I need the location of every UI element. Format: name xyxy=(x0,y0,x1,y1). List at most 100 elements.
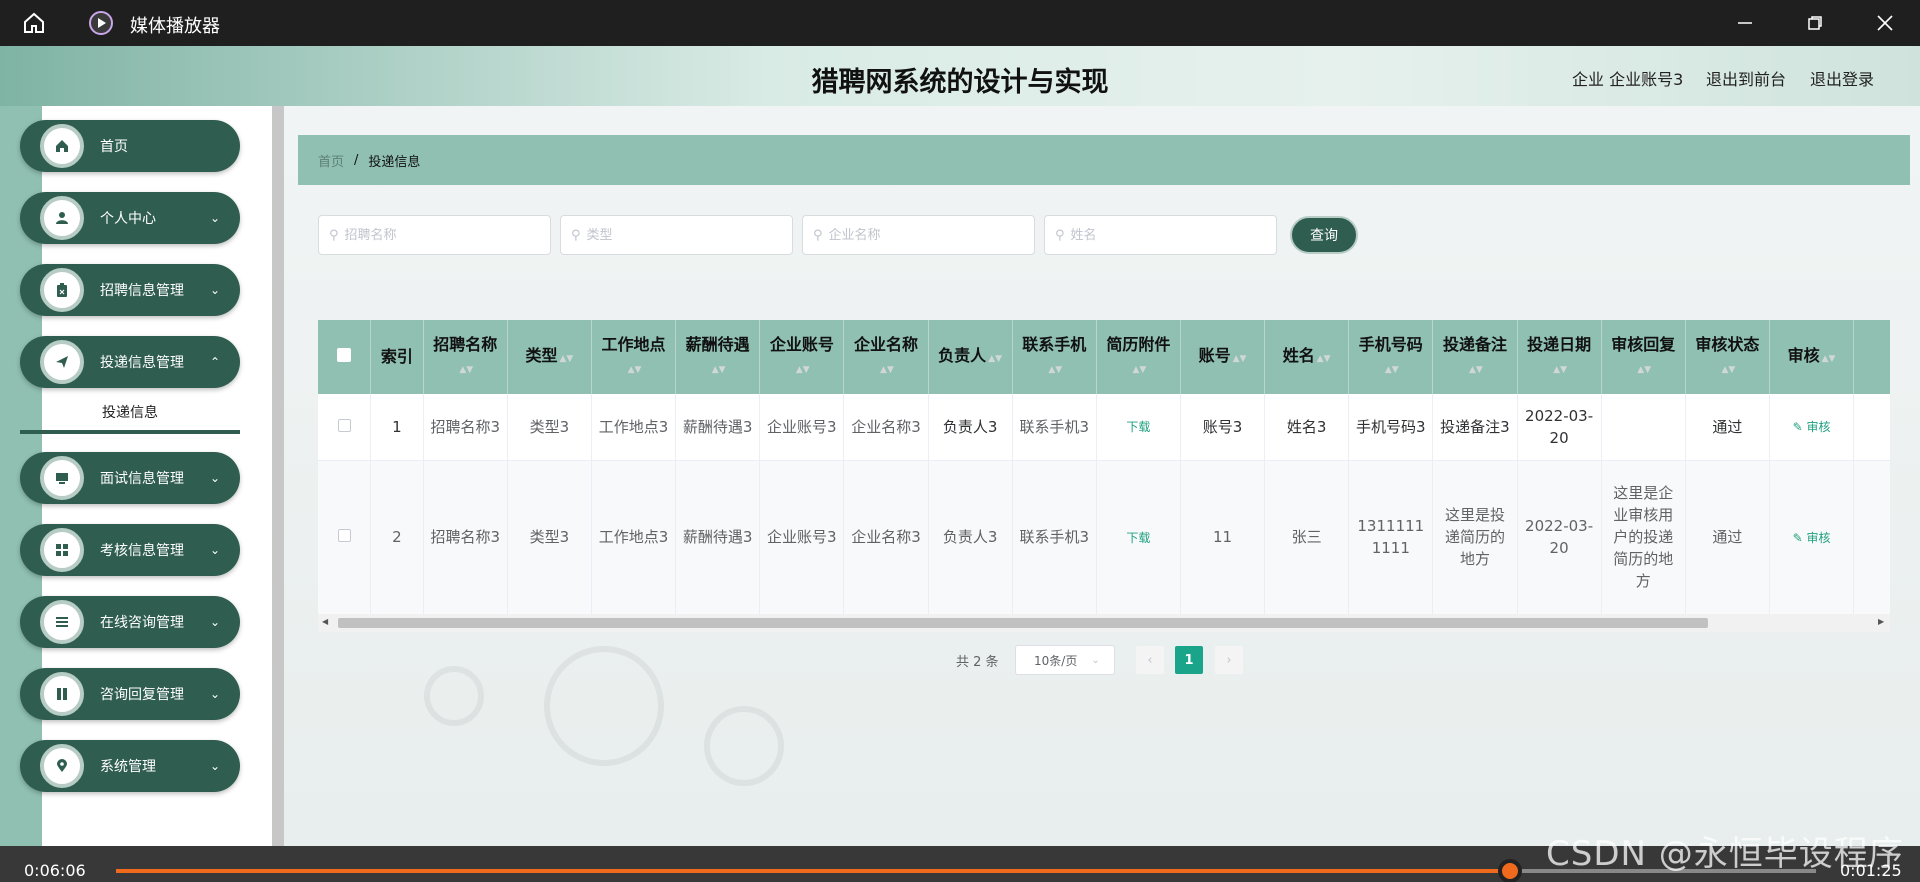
row-checkbox[interactable] xyxy=(318,460,372,615)
cell-type: 类型3 xyxy=(507,394,592,461)
sort-icon[interactable]: ▲▼ xyxy=(880,365,894,375)
sidebar-item-interview-management[interactable]: 面试信息管理 ⌄ xyxy=(20,452,240,504)
sort-icon[interactable]: ▲▼ xyxy=(1233,354,1247,364)
column-header[interactable]: 企业账号▲▼ xyxy=(759,320,845,394)
logout-link[interactable]: 退出登录 xyxy=(1810,66,1874,90)
sidebar-item-assessment-management[interactable]: 考核信息管理 ⌄ xyxy=(20,524,240,576)
sort-icon[interactable]: ▲▼ xyxy=(1385,365,1399,375)
cell-location: 工作地点3 xyxy=(591,460,677,615)
column-header[interactable]: 薪酬待遇▲▼ xyxy=(675,320,761,394)
column-header[interactable]: 账号 ▲▼ xyxy=(1180,320,1266,394)
name-input[interactable] xyxy=(1070,227,1261,243)
company-name-input[interactable] xyxy=(828,227,1019,243)
sort-icon[interactable]: ▲▼ xyxy=(1048,365,1062,375)
column-header[interactable]: 负责人 ▲▼ xyxy=(928,320,1013,394)
sidebar-item-label: 在线咨询管理 xyxy=(100,615,184,631)
sort-icon[interactable]: ▲▼ xyxy=(1637,365,1651,375)
sort-icon[interactable]: ▲▼ xyxy=(1317,354,1331,364)
list-icon xyxy=(40,600,84,644)
close-icon[interactable] xyxy=(1872,10,1898,36)
sidebar-item-system-management[interactable]: 系统管理 ⌄ xyxy=(20,740,240,792)
submenu-delivery-info[interactable]: 投递信息 xyxy=(20,394,240,434)
download-link[interactable]: 下载 xyxy=(1126,531,1150,545)
job-name-input[interactable] xyxy=(344,227,535,243)
sidebar-item-consult-management[interactable]: 在线咨询管理 ⌄ xyxy=(20,596,240,648)
table-horizontal-scrollbar[interactable]: ◀ ▶ xyxy=(318,614,1890,632)
cell-account: 账号3 xyxy=(1180,394,1266,461)
sort-icon[interactable]: ▲▼ xyxy=(1721,365,1735,375)
sort-icon[interactable]: ▲▼ xyxy=(1553,365,1567,375)
cell-salary: 薪酬待遇3 xyxy=(675,460,761,615)
person-icon xyxy=(40,196,84,240)
sort-icon[interactable]: ▲▼ xyxy=(459,365,473,375)
pagination: 共 2 条 10条/页 ⌄ ‹ 1 › xyxy=(0,645,1920,675)
column-header[interactable]: 投递日期▲▼ xyxy=(1517,320,1602,394)
column-header[interactable]: 企业名称▲▼ xyxy=(843,320,929,394)
audit-link[interactable]: ✎ 审核 xyxy=(1793,531,1831,545)
cell-audit: ✎ 审核 xyxy=(1769,460,1855,615)
scroll-right-icon[interactable]: ▶ xyxy=(1878,617,1884,626)
select-all-checkbox[interactable] xyxy=(318,320,372,394)
column-header[interactable]: 姓名 ▲▼ xyxy=(1264,320,1350,394)
breadcrumb-home[interactable]: 首页 xyxy=(318,151,344,170)
sidebar-item-job-management[interactable]: 招聘信息管理 ⌄ xyxy=(20,264,240,316)
sort-icon[interactable]: ▲▼ xyxy=(559,354,573,364)
cell-company-account: 企业账号3 xyxy=(759,394,845,461)
column-header[interactable]: 审核 ▲▼ xyxy=(1769,320,1855,394)
sidebar-scrollbar[interactable] xyxy=(272,106,284,846)
sort-icon[interactable]: ▲▼ xyxy=(628,365,642,375)
breadcrumb-current: 投递信息 xyxy=(368,154,421,170)
type-input[interactable] xyxy=(586,227,777,243)
download-link[interactable]: 下载 xyxy=(1126,420,1150,434)
page-size-select[interactable]: 10条/页 ⌄ xyxy=(1015,645,1115,675)
sidebar-item-reply-management[interactable]: 咨询回复管理 ⌄ xyxy=(20,668,240,720)
sidebar-item-personal-center[interactable]: 个人中心 ⌄ xyxy=(20,192,240,244)
cell-audit: ✎ 审核 xyxy=(1769,394,1855,461)
sort-icon[interactable]: ▲▼ xyxy=(1132,365,1146,375)
row-checkbox[interactable] xyxy=(318,394,372,461)
prev-page-button[interactable]: ‹ xyxy=(1136,646,1164,674)
cell-company-name: 企业名称3 xyxy=(843,394,929,461)
home-icon[interactable] xyxy=(22,11,46,39)
column-header[interactable]: 招聘名称▲▼ xyxy=(423,320,508,394)
query-button[interactable]: 查询 xyxy=(1290,216,1358,254)
page-number-button[interactable]: 1 xyxy=(1175,646,1203,674)
background-decoration xyxy=(424,666,484,726)
scroll-left-icon[interactable]: ◀ xyxy=(322,617,328,626)
column-header[interactable]: 投递备注▲▼ xyxy=(1432,320,1518,394)
window-title: 媒体播放器 xyxy=(130,16,220,37)
seek-handle[interactable] xyxy=(1498,859,1522,882)
column-header[interactable]: 审核回复▲▼ xyxy=(1601,320,1686,394)
column-header[interactable]: 审核状态▲▼ xyxy=(1685,320,1770,394)
sort-icon[interactable]: ▲▼ xyxy=(796,365,810,375)
sort-icon[interactable]: ▲▼ xyxy=(988,354,1002,364)
edit-icon: ✎ xyxy=(1792,420,1807,435)
column-header[interactable]: 类型 ▲▼ xyxy=(507,320,592,394)
job-name-search[interactable]: ⚲ xyxy=(318,215,551,255)
front-page-link[interactable]: 退出到前台 xyxy=(1706,66,1786,90)
name-search[interactable]: ⚲ xyxy=(1044,215,1277,255)
chevron-down-icon: ⌄ xyxy=(210,471,221,485)
sidebar-item-home[interactable]: 首页 xyxy=(20,120,240,172)
audit-link[interactable]: ✎ 审核 xyxy=(1793,420,1831,434)
company-name-search[interactable]: ⚲ xyxy=(802,215,1035,255)
column-header[interactable]: 联系手机▲▼ xyxy=(1012,320,1097,394)
next-page-button[interactable]: › xyxy=(1215,646,1243,674)
sidebar-item-delivery-management[interactable]: 投递信息管理 ⌃ xyxy=(20,336,240,388)
sort-icon[interactable]: ▲▼ xyxy=(1469,365,1483,375)
sort-icon[interactable]: ▲▼ xyxy=(712,365,726,375)
scrollbar-thumb[interactable] xyxy=(338,618,1708,628)
cell-account: 11 xyxy=(1180,460,1266,615)
cell-reply: 这里是企业审核用户的投递简历的地方 xyxy=(1601,460,1686,615)
column-header[interactable]: 手机号码▲▼ xyxy=(1348,320,1434,394)
column-header[interactable]: 工作地点▲▼ xyxy=(591,320,677,394)
cell-actions: ▤ 详 xyxy=(1853,460,1890,615)
column-header[interactable]: 简历附件▲▼ xyxy=(1096,320,1181,394)
cell-resume: 下载 xyxy=(1096,460,1181,615)
sidebar-item-label: 咨询回复管理 xyxy=(100,687,184,703)
sort-icon[interactable]: ▲▼ xyxy=(1822,354,1836,364)
type-search[interactable]: ⚲ xyxy=(560,215,793,255)
sidebar-item-label: 招聘信息管理 xyxy=(100,283,184,299)
minimize-icon[interactable] xyxy=(1732,10,1758,36)
restore-icon[interactable] xyxy=(1802,10,1828,36)
